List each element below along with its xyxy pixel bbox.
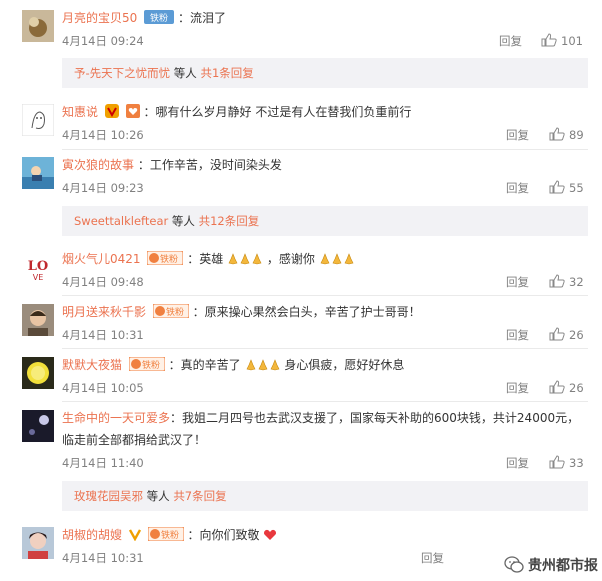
wechat-icon	[504, 556, 524, 573]
comment-text-line2: 临走前全部都捐给武汉了！	[62, 433, 207, 447]
avatar[interactable]	[22, 157, 54, 189]
avatar[interactable]: LO VE	[22, 251, 54, 283]
avatar[interactable]	[22, 410, 54, 442]
verified-v-icon	[128, 529, 141, 541]
thumbs-up-icon	[549, 180, 565, 194]
like-button[interactable]: 55	[549, 180, 584, 195]
heart-icon	[264, 529, 277, 540]
comment-text: ：原来操心果然会白头，辛苦了护士哥哥！	[192, 305, 421, 319]
comment-text-tail: ，感谢你	[266, 252, 315, 266]
subreply-user[interactable]: 予-先天下之忧而忧	[74, 66, 170, 80]
username[interactable]: 烟火气儿0421	[62, 252, 141, 266]
avatar[interactable]	[22, 10, 54, 42]
svg-text:铁粉: 铁粉	[166, 306, 184, 318]
fan-badge-icon: 铁粉	[147, 251, 184, 265]
watermark-text: 贵州都市报	[528, 558, 598, 574]
reply-button[interactable]: 回复	[506, 128, 529, 142]
reply-button[interactable]: 回复	[421, 551, 444, 565]
like-button[interactable]: 26	[549, 327, 584, 342]
subreply-count[interactable]: 共7条回复	[173, 489, 226, 503]
comment-time: 4月14日 10:05	[62, 381, 144, 395]
like-button[interactable]: 26	[549, 380, 584, 395]
subreply-bar[interactable]: Sweettalkleftear 等人 共12条回复	[62, 206, 588, 236]
thumbs-up-icon	[549, 327, 565, 341]
comment-text: ：英雄	[187, 252, 224, 266]
username[interactable]: 生命中的一天可爱多	[62, 411, 170, 425]
comment-text: ：向你们致敬	[187, 528, 260, 542]
reply-button[interactable]: 回复	[506, 181, 529, 195]
svg-text:铁粉: 铁粉	[161, 529, 179, 541]
subreply-mid: 等人	[170, 66, 201, 80]
thumbs-up-icon	[549, 380, 565, 394]
divider	[62, 401, 588, 402]
like-button[interactable]: 33	[549, 455, 584, 470]
praying-hands-icon	[245, 358, 285, 372]
comment-time: 4月14日 10:26	[62, 128, 144, 142]
username[interactable]: 寅次狼的故事	[62, 158, 134, 172]
comment-text: ：哪有什么岁月静好 不过是有人在替我们负重前行	[143, 105, 412, 119]
like-button[interactable]: 101	[541, 33, 583, 48]
comment-text: ：我姐二月四号也去武汉支援了，国家每天补助的600块钱，共计24000元，	[170, 411, 580, 425]
like-button[interactable]: 89	[549, 127, 584, 142]
avatar[interactable]	[22, 357, 54, 389]
subreply-user[interactable]: 玫瑰花园吴邪	[74, 489, 143, 503]
divider	[62, 149, 588, 150]
subreply-mid: 等人	[143, 489, 174, 503]
comment-text: ：真的辛苦了	[168, 358, 241, 372]
svg-text:LO: LO	[28, 259, 48, 274]
comment-time: 4月14日 10:31	[62, 551, 144, 565]
username[interactable]: 月亮的宝贝50	[62, 11, 137, 25]
watermark: 贵州都市报	[504, 555, 598, 575]
subreply-mid: 等人	[168, 214, 199, 228]
fan-heart-icon	[125, 104, 140, 118]
username[interactable]: 知惠说	[62, 105, 98, 119]
svg-text:铁粉: 铁粉	[142, 359, 160, 371]
fan-badge-icon: 铁粉	[152, 304, 189, 318]
divider	[62, 295, 588, 296]
comment-text: ：流泪了	[177, 11, 226, 25]
fan-badge-icon: 铁粉	[147, 527, 184, 541]
divider	[62, 348, 588, 349]
reply-button[interactable]: 回复	[506, 275, 529, 289]
svg-text:铁粉: 铁粉	[150, 12, 168, 24]
subreply-count[interactable]: 共12条回复	[199, 214, 260, 228]
fan-badge-icon: 铁粉	[144, 10, 175, 24]
subreply-bar[interactable]: 玫瑰花园吴邪 等人 共7条回复	[62, 481, 588, 511]
subreply-user[interactable]: Sweettalkleftear	[74, 214, 168, 228]
avatar[interactable]	[22, 304, 54, 336]
username[interactable]: 默默大夜猫	[62, 358, 122, 372]
username[interactable]: 胡椒的胡嫂	[62, 528, 122, 542]
reply-button[interactable]: 回复	[506, 456, 529, 470]
comment-time: 4月14日 09:48	[62, 275, 144, 289]
thumbs-up-icon	[549, 274, 565, 288]
praying-hands-icon	[227, 252, 267, 266]
praying-hands-icon	[319, 252, 355, 266]
subreply-count[interactable]: 共1条回复	[200, 66, 253, 80]
verified-v-icon	[104, 104, 119, 118]
thumbs-up-icon	[549, 127, 565, 141]
reply-button[interactable]: 回复	[506, 381, 529, 395]
comment-time: 4月14日 09:23	[62, 181, 144, 195]
username[interactable]: 明月送来秋千影	[62, 305, 146, 319]
subreply-bar[interactable]: 予-先天下之忧而忧 等人 共1条回复	[62, 58, 588, 88]
reply-button[interactable]: 回复	[506, 328, 529, 342]
comment-time: 4月14日 09:24	[62, 34, 144, 48]
comment-text-tail: 身心俱疲，愿好好休息	[284, 358, 405, 372]
reply-button[interactable]: 回复	[499, 34, 522, 48]
fan-badge-icon: 铁粉	[128, 357, 165, 371]
comment-time: 4月14日 11:40	[62, 456, 144, 470]
svg-text:VE: VE	[33, 273, 44, 282]
avatar[interactable]	[22, 104, 54, 136]
comment-time: 4月14日 10:31	[62, 328, 144, 342]
like-button[interactable]: 32	[549, 274, 584, 289]
svg-text:铁粉: 铁粉	[160, 253, 178, 265]
avatar[interactable]	[22, 527, 54, 559]
thumbs-up-icon	[541, 33, 557, 47]
comment-text: ：工作辛苦，没时间染头发	[137, 158, 282, 172]
thumbs-up-icon	[549, 455, 565, 469]
